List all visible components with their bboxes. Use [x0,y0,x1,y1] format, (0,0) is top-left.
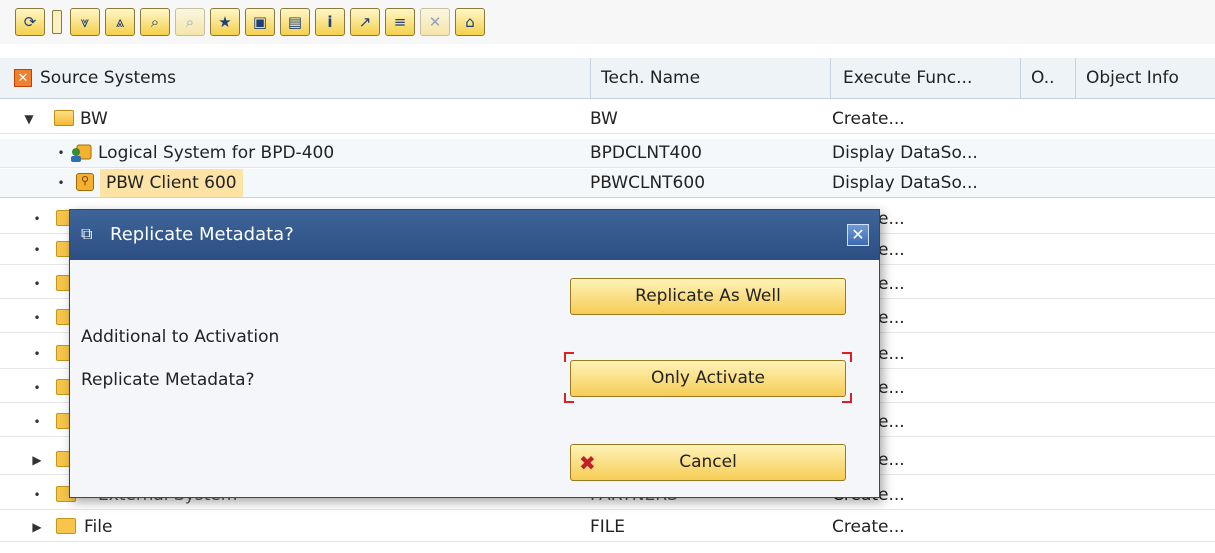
layout-icon: ≡ [393,12,407,31]
bullet-icon: • [33,243,41,257]
cancel-button[interactable]: ✖ Cancel [570,444,846,481]
display-button[interactable]: ▣ [245,8,275,36]
logical-system-icon [70,143,92,162]
dialog-message-line1: Additional to Activation [81,327,280,347]
monitor-icon: ▣ [252,12,268,31]
refresh-icon: ⟳ [23,12,37,31]
cancel-label: Cancel [679,452,737,472]
expand-arrow-icon[interactable]: ▶ [30,513,44,541]
table-row[interactable]: ▼ BW BW Create... [0,105,1215,134]
bullet-icon: • [33,212,41,226]
toolbar-separator [52,10,62,34]
replicate-as-well-button[interactable]: Replicate As Well [570,278,846,315]
expand-arrow-icon[interactable]: ▶ [30,446,44,474]
column-header-label: O.. [1031,68,1055,88]
row-execute-func[interactable]: Create... [832,513,905,541]
popup-window-icon: ⧉ [81,224,93,243]
collapse-tree-icon[interactable]: ✕ [14,69,32,87]
row-label: Logical System for BPD-400 [98,143,335,163]
bullet-icon: • [33,415,41,429]
only-activate-button[interactable]: Only Activate [570,360,846,397]
collapse-arrow-icon[interactable]: ▼ [22,105,36,133]
hierarchy-button[interactable]: ⌂ [455,8,485,36]
collapse-button[interactable]: ⩔ [70,8,100,36]
row-execute-func[interactable]: Display DataSo... [832,169,978,197]
info-icon: i [327,12,333,31]
layout-button[interactable]: ≡ [385,8,415,36]
column-header-label: Source Systems [40,68,177,88]
column-header-object-info[interactable]: Object Info [1075,58,1215,98]
dialog-title: Replicate Metadata? [110,224,294,245]
column-header-label: Execute Func... [843,68,973,88]
dialog-message-line2: Replicate Metadata? [81,370,255,390]
tree-icon: ▤ [287,12,303,31]
bullet-icon: • [33,381,41,395]
bullet-icon: • [33,277,41,291]
column-header-label: Tech. Name [601,68,701,88]
replicate-metadata-dialog: ⧉ Replicate Metadata? ✕ Additional to Ac… [69,209,880,498]
binoculars-next-icon: ⌕ [185,12,195,31]
arrow-icon: ↗ [358,12,372,31]
jump-button[interactable]: ↗ [350,8,380,36]
row-label: File [84,517,113,537]
column-header-source-systems[interactable]: ✕ Source Systems [0,58,590,98]
info-button[interactable]: i [315,8,345,36]
close-icon: ✕ [428,12,442,31]
toolbar: ⟳ ⩔ ⩓ ⌕ ⌕ ★ ▣ ▤ i ↗ ≡ ✕ ⌂ [0,0,1215,44]
find-next-button[interactable]: ⌕ [175,8,205,36]
row-execute-func[interactable]: Create... [832,105,905,133]
bullet-icon: • [33,347,41,361]
refresh-button[interactable]: ⟳ [15,8,45,36]
expand-all-icon: ⩓ [115,12,125,31]
table-row[interactable]: ▶ File FILE Create... [0,513,1215,542]
row-label: BW [80,109,108,129]
bullet-icon: • [57,176,65,190]
table-header: ✕ Source Systems Tech. Name Execute Func.… [0,58,1215,99]
row-tech-name: BW [590,109,618,129]
find-button[interactable]: ⌕ [140,8,170,36]
binoculars-icon: ⌕ [150,12,160,31]
star-icon: ★ [218,12,232,31]
row-tech-name: FILE [590,517,626,537]
column-header-tech-name[interactable]: Tech. Name [590,58,830,98]
favorites-button[interactable]: ★ [210,8,240,36]
row-tech-name: BPDCLNT400 [590,143,702,163]
bullet-icon: • [33,488,41,502]
table-row-selected[interactable]: • ⚲ PBW Client 600 PBWCLNT600 Display Da… [0,169,1215,198]
expand-button[interactable]: ⩓ [105,8,135,36]
table-row[interactable]: • Logical System for BPD-400 BPDCLNT400 … [0,139,1215,168]
bullet-icon: • [57,146,65,160]
delete-button[interactable]: ✕ [420,8,450,36]
row-tech-name: PBWCLNT600 [590,173,706,193]
column-header-execute-func[interactable]: Execute Func... [830,58,1020,98]
hierarchy-icon: ⌂ [465,12,475,31]
tree-button[interactable]: ▤ [280,8,310,36]
folder-icon [56,518,76,534]
collapse-all-icon: ⩔ [80,12,90,31]
close-icon: ✕ [851,225,865,244]
system-icon: ⚲ [76,173,94,191]
dialog-title-bar[interactable]: ⧉ Replicate Metadata? ✕ [70,210,879,260]
row-label: PBW Client 600 [100,169,243,197]
cancel-x-icon: ✖ [579,451,596,475]
open-folder-icon [54,110,74,126]
row-execute-func[interactable]: Display DataSo... [832,139,978,167]
column-header-label: Object Info [1086,68,1179,88]
close-button[interactable]: ✕ [847,224,869,246]
bullet-icon: • [33,311,41,325]
column-header-o[interactable]: O.. [1020,58,1075,98]
